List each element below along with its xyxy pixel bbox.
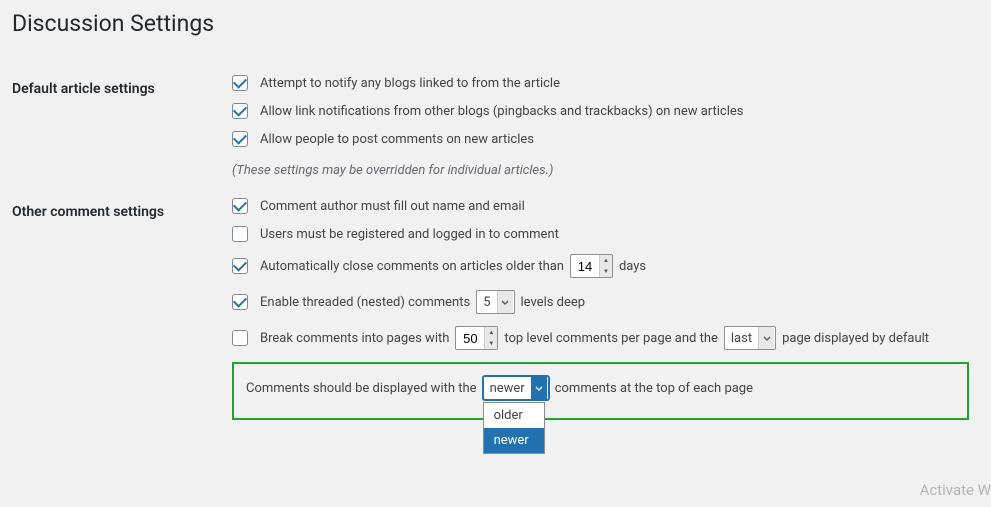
- chevron-down-icon: [497, 291, 513, 313]
- notify-blogs-label: Attempt to notify any blogs linked to fr…: [260, 76, 560, 91]
- threaded-levels-value: 5: [483, 295, 490, 310]
- require-name-email-label: Comment author must fill out name and em…: [260, 199, 525, 214]
- threaded-label-before: Enable threaded (nested) comments: [260, 295, 470, 310]
- paginate-per-page-input[interactable]: ▲ ▼: [455, 326, 498, 350]
- threaded-label-after: levels deep: [521, 295, 586, 310]
- highlighted-setting: Comments should be displayed with the ne…: [232, 362, 969, 420]
- auto-close-days-input[interactable]: ▲ ▼: [570, 254, 613, 278]
- auto-close-label-after: days: [619, 259, 646, 274]
- paginate-per-page-field[interactable]: [456, 331, 484, 346]
- require-registration-label: Users must be registered and logged in t…: [260, 227, 559, 242]
- auto-close-checkbox[interactable]: [232, 258, 248, 274]
- chevron-down-icon: [758, 327, 774, 349]
- spinner-up-button[interactable]: ▲: [485, 327, 497, 338]
- paginate-page-order-select[interactable]: last: [724, 326, 776, 350]
- display-order-dropdown[interactable]: older newer: [483, 402, 545, 454]
- paginate-checkbox[interactable]: [232, 330, 248, 346]
- settings-form: Default article settings Attempt to noti…: [12, 65, 979, 430]
- paginate-label-before: Break comments into pages with: [260, 331, 449, 346]
- notify-blogs-checkbox[interactable]: [232, 75, 248, 91]
- auto-close-label-before: Automatically close comments on articles…: [260, 259, 564, 274]
- spinner-down-button[interactable]: ▼: [485, 338, 497, 349]
- threaded-checkbox[interactable]: [232, 294, 248, 310]
- spinner-down-button[interactable]: ▼: [600, 266, 612, 277]
- paginate-page-order-value: last: [731, 331, 752, 346]
- paginate-label-after: page displayed by default: [782, 331, 929, 346]
- display-order-value: newer: [490, 381, 525, 396]
- display-order-label-after: comments at the top of each page: [555, 381, 753, 396]
- paginate-label-mid: top level comments per page and the: [504, 331, 718, 346]
- spinner-icon[interactable]: ▲ ▼: [484, 327, 497, 349]
- auto-close-days-field[interactable]: [571, 259, 599, 274]
- display-order-select[interactable]: newer: [483, 376, 549, 400]
- display-order-label-before: Comments should be displayed with the: [246, 381, 477, 396]
- chevron-down-icon: [531, 377, 547, 399]
- section-heading-other-comment: Other comment settings: [12, 188, 232, 430]
- require-name-email-checkbox[interactable]: [232, 198, 248, 214]
- display-order-option-older[interactable]: older: [484, 403, 544, 428]
- spinner-up-button[interactable]: ▲: [600, 255, 612, 266]
- section-heading-default-article: Default article settings: [12, 65, 232, 188]
- allow-pingbacks-checkbox[interactable]: [232, 103, 248, 119]
- allow-pingbacks-label: Allow link notifications from other blog…: [260, 104, 744, 119]
- threaded-levels-select[interactable]: 5: [476, 290, 514, 314]
- require-registration-checkbox[interactable]: [232, 226, 248, 242]
- watermark: Activate W: [920, 481, 991, 499]
- allow-comments-checkbox[interactable]: [232, 131, 248, 147]
- spinner-icon[interactable]: ▲ ▼: [599, 255, 612, 277]
- display-order-option-newer[interactable]: newer: [484, 428, 544, 453]
- override-note: (These settings may be overridden for in…: [232, 163, 553, 178]
- page-title: Discussion Settings: [12, 10, 979, 37]
- allow-comments-label: Allow people to post comments on new art…: [260, 132, 534, 147]
